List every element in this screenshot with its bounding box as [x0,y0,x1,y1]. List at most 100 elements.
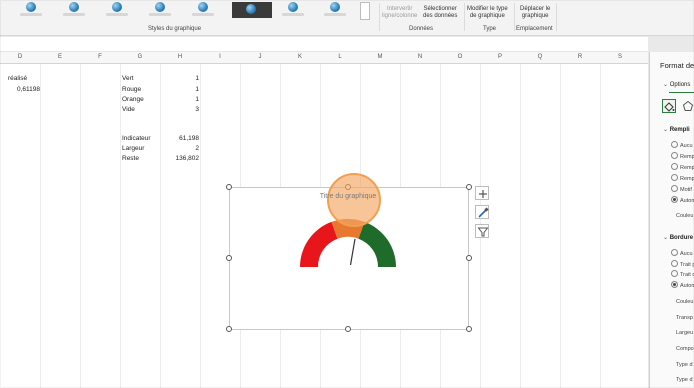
column-header-r[interactable]: R [560,54,600,60]
cell-rouge-value[interactable]: 1 [161,86,199,93]
gauge-segment-red[interactable] [300,221,338,267]
cell-indicateur-value[interactable]: 61,198 [161,135,199,142]
column-header-d[interactable]: D [0,54,40,60]
cell-d-value[interactable]: 0,61198 [2,86,40,93]
gauge-needle[interactable] [349,238,356,266]
excel-window: Styles du graphique Intervertir ligne/co… [0,0,694,388]
styles-group-label: Styles du graphique [148,26,202,32]
column-header-g[interactable]: G [120,54,160,60]
chart-style-thumb-6[interactable] [232,2,272,18]
fill-line-tab[interactable] [662,99,676,113]
chart-style-thumb-1[interactable] [18,2,44,18]
change-chart-type-button[interactable]: Modifier le type de graphique [467,6,508,20]
cursor-highlight [327,173,381,227]
pentagon-icon [682,100,694,111]
column-header-s[interactable]: S [600,54,640,60]
select-data-button[interactable]: Sélectionner des données [423,6,457,20]
border-section-header[interactable]: ⌄ Bordure [663,234,693,241]
resize-handle-top-right[interactable] [466,184,472,190]
gridline [560,64,561,388]
chart-filters-button[interactable] [475,224,489,238]
cell-d-label[interactable]: réalisé [8,75,27,82]
resize-handle-bottom-right[interactable] [466,326,472,332]
style-gallery-more-button[interactable] [360,2,370,20]
cell-vert-label[interactable]: Vert [122,75,134,82]
border-cap-type-label: Type d [676,377,693,383]
chevron-down-icon: ⌄ [663,127,669,133]
fill-option-pattern[interactable]: Motif [671,185,692,193]
options-tab[interactable]: ⌄ Options [663,81,690,88]
ribbon-separator [514,3,515,31]
border-option-automatic[interactable]: Autom [671,281,694,289]
cell-vide-label[interactable]: Vide [122,106,135,113]
gridline [200,64,201,388]
chart-style-thumb-5[interactable] [190,2,216,18]
resize-handle-bottom[interactable] [345,326,351,332]
cell-largeur-label[interactable]: Largeur [122,145,144,152]
border-option-gradient[interactable]: Trait d [671,270,694,278]
chart-title[interactable]: Titre du graphique [316,193,380,200]
cell-reste-label[interactable]: Reste [122,155,139,162]
column-header-m[interactable]: M [360,54,400,60]
effects-tab[interactable] [682,99,694,113]
resize-handle-top-left[interactable] [226,184,232,190]
column-header-i[interactable]: I [200,54,240,60]
fill-option-solid[interactable]: Remp [671,152,694,160]
column-header-p[interactable]: P [480,54,520,60]
cell-orange-label[interactable]: Orange [122,96,144,103]
chart-style-thumb-4[interactable] [147,2,173,18]
formula-bar-area [0,37,648,52]
chart-style-thumb-2[interactable] [61,2,87,18]
ribbon: Styles du graphique Intervertir ligne/co… [0,0,694,36]
resize-handle-left[interactable] [226,255,232,261]
chevron-down-icon: ⌄ [663,82,669,88]
chart-style-thumb-8[interactable] [322,2,348,18]
cell-reste-value[interactable]: 136,802 [161,155,200,162]
border-transparency-label: Transp [676,315,693,321]
gridline [520,64,521,388]
data-group-label: Données [409,26,434,32]
ribbon-separator [379,3,380,31]
ribbon-separator [464,3,465,31]
type-group-label: Type [483,26,497,32]
cell-largeur-value[interactable]: 2 [161,145,199,152]
cell-vide-value[interactable]: 3 [161,106,199,113]
resize-handle-right[interactable] [466,255,472,261]
fill-option-none[interactable]: Aucu [671,141,693,149]
cell-orange-value[interactable]: 1 [161,96,199,103]
chart-elements-button[interactable] [475,186,489,200]
chart-style-thumb-3[interactable] [104,2,130,18]
gridline [80,64,81,388]
column-header-f[interactable]: F [80,54,120,60]
column-header-o[interactable]: O [440,54,480,60]
column-header-l[interactable]: L [320,54,360,60]
switch-row-column-button[interactable]: Intervertir ligne/colonne [382,6,417,20]
column-header-h[interactable]: H [160,54,200,60]
column-header-j[interactable]: J [240,54,280,60]
border-option-solid[interactable]: Trait p [671,260,694,268]
paint-bucket-icon [664,102,675,112]
border-option-none[interactable]: Aucu [671,249,693,257]
column-header-row: D E F G H I J K L M N O P Q R S [0,52,648,64]
border-compound-label: Compo [676,346,694,352]
cell-indicateur-label[interactable]: Indicateur [122,135,151,142]
placement-group-label: Emplacement [516,26,553,32]
column-header-q[interactable]: Q [520,54,560,60]
fill-section-header[interactable]: ⌄ Rempli [663,126,690,133]
border-section-label: Bordure [669,235,694,241]
fill-option-gradient[interactable]: Remp [671,163,694,171]
fill-option-automatic[interactable]: Autom [671,196,694,204]
gauge-segment-green[interactable] [358,221,397,267]
fill-color-label: Couleu [676,213,694,219]
column-header-e[interactable]: E [40,54,80,60]
column-header-n[interactable]: N [400,54,440,60]
cell-rouge-label[interactable]: Rouge [122,86,141,93]
fill-option-picture[interactable]: Remp [671,174,694,182]
resize-handle-bottom-left[interactable] [226,326,232,332]
chart-style-thumb-7[interactable] [280,2,306,18]
chart-styles-button[interactable] [475,205,489,219]
move-chart-button[interactable]: Déplacer le graphique [520,6,550,20]
cell-vert-value[interactable]: 1 [161,75,199,82]
column-header-k[interactable]: K [280,54,320,60]
active-tab-indicator [669,92,694,93]
